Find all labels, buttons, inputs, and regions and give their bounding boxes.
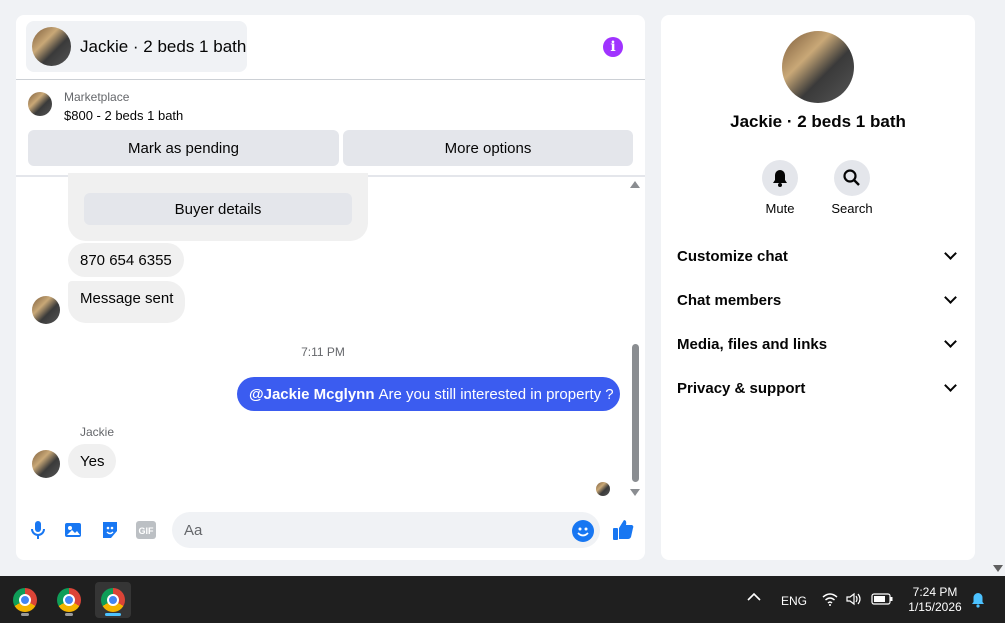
app-indicator	[105, 613, 121, 616]
page-scroll-down-arrow[interactable]	[993, 565, 1003, 572]
message-composer[interactable]	[172, 512, 600, 548]
chat-panel: Jackie · 2 beds 1 bath i Marketplace $80…	[16, 15, 645, 560]
section-label: Chat members	[677, 291, 782, 309]
language-indicator[interactable]: ENG	[781, 594, 807, 608]
chrome-icon	[101, 588, 125, 612]
clock-time: 7:24 PM	[912, 585, 958, 599]
section-privacy-support[interactable]: Privacy & support	[677, 376, 959, 400]
listing-label: Marketplace	[64, 90, 130, 104]
taskbar-chrome-app[interactable]	[51, 582, 87, 618]
thumbs-up-icon[interactable]	[612, 519, 634, 541]
chat-title: Jackie · 2 beds 1 bath	[80, 36, 247, 56]
listing-avatar	[32, 27, 71, 66]
sender-name: Jackie	[80, 425, 115, 439]
battery-icon[interactable]	[871, 593, 893, 608]
taskbar-chrome-app-active[interactable]	[95, 582, 131, 618]
gif-icon[interactable]: GIF	[135, 519, 157, 541]
search-button[interactable]	[834, 160, 870, 196]
message-bubble-reply[interactable]: Yes	[68, 444, 117, 478]
section-chat-members[interactable]: Chat members	[677, 288, 959, 312]
emoji-icon[interactable]	[572, 520, 594, 542]
avatar[interactable]	[32, 296, 60, 324]
chevron-down-icon	[944, 335, 957, 348]
timestamp: 7:11 PM	[301, 345, 345, 359]
section-media-files-links[interactable]: Media, files and links	[677, 332, 959, 356]
mute-label: Mute	[765, 201, 795, 216]
taskbar: ENG 7:24 PM 1/15/2026	[0, 576, 1005, 623]
outgoing-text: Are you still interested in property ?	[378, 385, 614, 403]
scroll-down-arrow[interactable]	[630, 489, 640, 496]
side-title: Jackie · 2 beds 1 bath	[730, 112, 906, 131]
microphone-icon[interactable]	[27, 519, 49, 541]
app-indicator	[21, 613, 29, 616]
clock[interactable]: 7:24 PM 1/15/2026	[900, 585, 970, 615]
sticker-icon[interactable]	[99, 519, 121, 541]
listing-price-title[interactable]: $800 - 2 beds 1 bath	[64, 108, 183, 123]
clock-date: 1/15/2026	[908, 600, 962, 614]
section-customize-chat[interactable]: Customize chat	[677, 244, 959, 268]
chevron-down-icon	[944, 379, 957, 392]
chrome-icon	[57, 588, 81, 612]
message-input[interactable]	[184, 512, 564, 548]
avatar[interactable]	[32, 450, 60, 478]
app-indicator	[65, 613, 73, 616]
divider	[16, 79, 645, 80]
taskbar-chrome-app[interactable]	[7, 582, 43, 618]
notification-bell-icon[interactable]	[971, 592, 985, 611]
search-icon	[843, 169, 860, 186]
section-label: Customize chat	[677, 247, 788, 265]
section-label: Privacy & support	[677, 379, 806, 397]
chevron-up-icon[interactable]	[747, 591, 761, 605]
section-label: Media, files and links	[677, 335, 828, 353]
svg-text:GIF: GIF	[139, 526, 155, 536]
scroll-up-arrow[interactable]	[630, 181, 640, 188]
scrollbar-thumb[interactable]	[632, 344, 639, 482]
seen-indicator-avatar	[596, 482, 610, 496]
search-label: Search	[831, 201, 873, 216]
info-icon[interactable]: i	[603, 37, 623, 57]
mention[interactable]: @Jackie Mcglynn	[249, 386, 375, 403]
message-bubble-sent[interactable]: Message sent	[68, 281, 186, 323]
chevron-down-icon	[944, 247, 957, 260]
wifi-icon[interactable]	[822, 592, 838, 609]
conversation-details-panel: Jackie · 2 beds 1 bath Mute Search Custo…	[661, 15, 975, 560]
chevron-down-icon	[944, 291, 957, 304]
outgoing-message[interactable]: @Jackie Mcglynn Are you still interested…	[237, 377, 620, 411]
bell-icon	[773, 170, 787, 187]
listing-thumbnail[interactable]	[28, 92, 52, 116]
chat-header-button[interactable]: Jackie · 2 beds 1 bath	[26, 21, 247, 72]
chrome-icon	[13, 588, 37, 612]
listing-avatar[interactable]	[782, 31, 854, 103]
mark-pending-button[interactable]: Mark as pending	[28, 130, 339, 166]
message-bubble-phone[interactable]: 870 654 6355	[68, 243, 184, 277]
volume-icon[interactable]	[846, 592, 862, 609]
mute-button[interactable]	[762, 160, 798, 196]
photo-icon[interactable]	[63, 519, 85, 541]
more-options-button[interactable]: More options	[343, 130, 633, 166]
buyer-details-button[interactable]: Buyer details	[84, 193, 352, 225]
